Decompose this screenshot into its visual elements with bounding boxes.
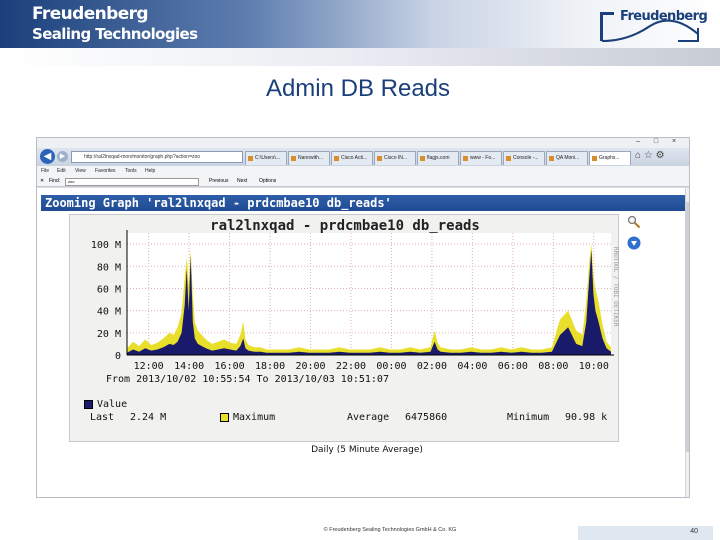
y-tick-label: 0: [115, 351, 121, 362]
browser-screenshot: – □ × ◀ ▶ http://ral2lnxqad-mon/monitor/gr…: [36, 137, 690, 498]
toolbar-icons: ⌂ ☆ ⚙: [635, 150, 665, 161]
browser-tabbar: ◀ ▶ http://ral2lnxqad-mon/monitor/graph.…: [37, 148, 689, 166]
y-tick-label: 60 M: [97, 284, 121, 295]
chart-subtitle: From 2013/10/02 10:55:54 To 2013/10/03 1…: [106, 374, 389, 385]
minimize-icon[interactable]: –: [629, 138, 647, 145]
brand-line-1: Freudenberg: [32, 4, 149, 24]
legend-value-swatch: [84, 400, 93, 409]
browser-tab[interactable]: QA Moni...: [546, 151, 588, 165]
y-tick-label: 40 M: [97, 307, 121, 318]
zoom-graph-header: Zooming Graph 'ral2lnxqad - prdcmbae10 d…: [41, 195, 689, 211]
browser-tab-active[interactable]: Graphs...: [589, 151, 631, 165]
slide-header-strip: [0, 48, 720, 66]
slide-title: Admin DB Reads: [265, 75, 451, 102]
legend-minimum-label: Minimum: [507, 412, 550, 423]
brand-line-2: Sealing Technologies: [32, 25, 198, 43]
legend-maximum-swatch: [220, 413, 229, 422]
browser-tab[interactable]: Nanowith...: [288, 151, 330, 165]
browser-tab[interactable]: Console -...: [503, 151, 545, 165]
magnifier-icon[interactable]: [627, 215, 641, 229]
window-controls: – □ ×: [629, 138, 689, 148]
x-tick-label: 06:00: [498, 361, 528, 372]
chart-svg[interactable]: 0 20 M 40 M 60 M 80 M 100 M 12:00 14:00 16:00 18:…: [70, 215, 620, 443]
x-tick-label: 14:00: [174, 361, 204, 372]
page-scrollbar[interactable]: [685, 188, 689, 497]
maximize-icon[interactable]: □: [647, 138, 665, 145]
page-number: 40: [690, 528, 698, 535]
home-icon[interactable]: ⌂: [635, 150, 641, 161]
favorites-star-icon[interactable]: ☆: [644, 150, 653, 161]
y-tick-label: 20 M: [97, 329, 121, 340]
browser-tab[interactable]: Cisco IN...: [374, 151, 416, 165]
rrd-graph: ral2lnxqad - prdcmbae10 db_reads RRDTOOL…: [69, 214, 619, 442]
address-bar[interactable]: http://ral2lnxqad-mon/monitor/graph.php?…: [71, 151, 243, 163]
x-tick-label: 22:00: [336, 361, 366, 372]
brand-wordmark: Freudenberg Sealing Technologies: [32, 4, 198, 44]
legend-value-label: Value: [97, 399, 128, 410]
browser-tab[interactable]: flagjs.com: [417, 151, 459, 165]
browser-tab[interactable]: Cisco Acti...: [331, 151, 373, 165]
menu-tools[interactable]: Tools: [125, 166, 137, 176]
back-arrow-icon[interactable]: ◀: [40, 149, 55, 164]
close-icon[interactable]: ×: [665, 138, 683, 145]
freudenberg-logo: Freudenberg: [598, 8, 708, 44]
find-next-button[interactable]: Next: [237, 176, 247, 187]
page-content: Zooming Graph 'ral2lnxqad - prdcmbae10 d…: [37, 188, 689, 497]
menu-file[interactable]: File: [41, 166, 49, 176]
x-tick-label: 02:00: [417, 361, 447, 372]
x-tick-label: 04:00: [457, 361, 487, 372]
menu-view[interactable]: View: [75, 166, 86, 176]
graph-period-label: Daily (5 Minute Average): [311, 445, 423, 455]
x-tick-label: 16:00: [215, 361, 245, 372]
browser-tab[interactable]: www - Fo...: [460, 151, 502, 165]
window-titlebar: – □ ×: [37, 138, 689, 148]
x-tick-label: 18:00: [255, 361, 285, 372]
forward-arrow-icon[interactable]: ▶: [57, 151, 68, 162]
scrollbar-thumb[interactable]: [686, 202, 689, 452]
menu-help[interactable]: Help: [145, 166, 155, 176]
x-tick-label: 10:00: [579, 361, 609, 372]
find-label: Find:: [49, 178, 61, 184]
legend-average-value: 6475860: [405, 412, 448, 423]
find-options-button[interactable]: Options: [259, 176, 276, 187]
find-input[interactable]: zoo: [65, 178, 199, 186]
legend-minimum-value: 90.98 k: [565, 412, 608, 423]
x-tick-label: 12:00: [134, 361, 164, 372]
page-number-box: 40: [578, 526, 713, 540]
find-previous-button[interactable]: Previous: [209, 176, 228, 187]
legend-maximum-label: Maximum: [233, 412, 276, 423]
browser-tab[interactable]: C:\Users\...: [245, 151, 287, 165]
legend-average-label: Average: [347, 412, 390, 423]
y-tick-label: 80 M: [97, 262, 121, 273]
find-bar: ✕ Find: zoo Previous Next Options: [37, 176, 689, 187]
legend-last-value: 2.24 M: [130, 412, 167, 423]
x-tick-label: 00:00: [376, 361, 406, 372]
legend-last-label: Last: [90, 412, 115, 423]
menu-edit[interactable]: Edit: [57, 166, 66, 176]
download-arrow-icon[interactable]: [627, 236, 641, 250]
settings-gear-icon[interactable]: ⚙: [656, 150, 665, 161]
menu-favorites[interactable]: Favorites: [95, 166, 116, 176]
logo-text: Freudenberg: [620, 9, 708, 24]
x-tick-label: 20:00: [295, 361, 325, 372]
menu-bar: File Edit View Favorites Tools Help: [37, 166, 689, 176]
x-tick-label: 08:00: [538, 361, 568, 372]
y-tick-label: 100 M: [91, 240, 121, 251]
slide-footer: © Freudenberg Sealing Technologies GmbH …: [323, 527, 457, 533]
findbar-close-icon[interactable]: ✕: [40, 176, 44, 187]
